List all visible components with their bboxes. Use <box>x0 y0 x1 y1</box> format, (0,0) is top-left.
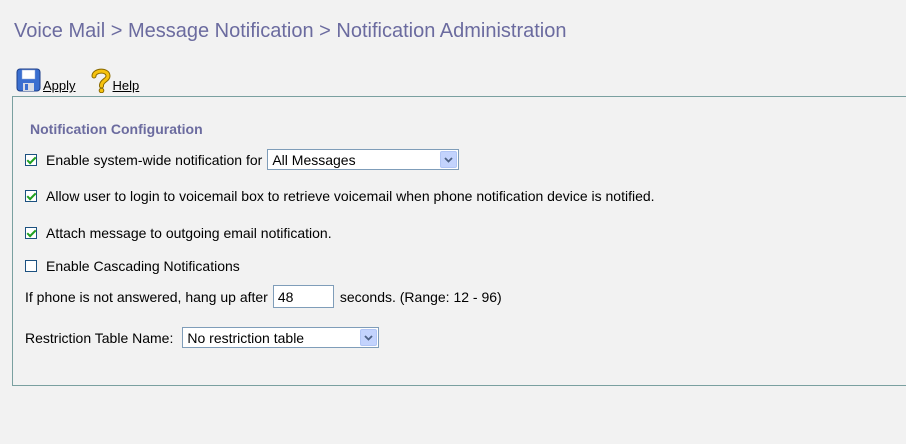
apply-link[interactable]: Apply <box>43 78 76 93</box>
attach-message-checkbox[interactable] <box>25 227 37 239</box>
allow-login-label: Allow user to login to voicemail box to … <box>46 188 655 204</box>
restriction-table-select[interactable]: No restriction table <box>182 327 380 348</box>
restriction-row: Restriction Table Name: No restriction t… <box>25 327 380 348</box>
cascading-label: Enable Cascading Notifications <box>46 258 240 274</box>
notification-type-value: All Messages <box>272 151 356 168</box>
allow-login-row: Allow user to login to voicemail box to … <box>25 188 655 204</box>
toolbar: Apply Help <box>16 64 139 96</box>
cascading-row: Enable Cascading Notifications <box>25 258 240 274</box>
cascading-checkbox[interactable] <box>25 260 37 272</box>
hangup-seconds-input[interactable]: 48 <box>272 285 334 308</box>
chevron-down-icon[interactable] <box>440 151 458 168</box>
attach-message-row: Attach message to outgoing email notific… <box>25 225 332 241</box>
section-title: Notification Configuration <box>30 121 203 137</box>
hangup-label: If phone is not answered, hang up after <box>25 288 268 305</box>
notification-type-select[interactable]: All Messages <box>267 149 460 170</box>
system-wide-notification-row: Enable system-wide notification for All … <box>25 149 460 170</box>
save-icon <box>16 68 41 92</box>
system-wide-notification-label: Enable system-wide notification for <box>46 151 263 168</box>
hangup-row: If phone is not answered, hang up after … <box>25 285 502 308</box>
restriction-label: Restriction Table Name: <box>25 329 174 346</box>
allow-login-checkbox[interactable] <box>25 190 37 202</box>
hangup-range-label: seconds. (Range: 12 - 96) <box>339 288 502 305</box>
page-title: Voice Mail > Message Notification > Noti… <box>14 20 567 42</box>
help-link[interactable]: Help <box>113 78 140 93</box>
system-wide-notification-checkbox[interactable] <box>25 153 37 166</box>
apply-button[interactable]: Apply <box>16 67 76 93</box>
chevron-down-icon[interactable] <box>360 329 378 346</box>
help-button[interactable]: Help <box>90 67 140 93</box>
attach-message-label: Attach message to outgoing email notific… <box>46 225 332 241</box>
question-mark-icon <box>91 68 111 93</box>
notification-configuration-panel: Notification Configuration Enable system… <box>12 96 906 386</box>
restriction-table-value: No restriction table <box>187 329 305 346</box>
